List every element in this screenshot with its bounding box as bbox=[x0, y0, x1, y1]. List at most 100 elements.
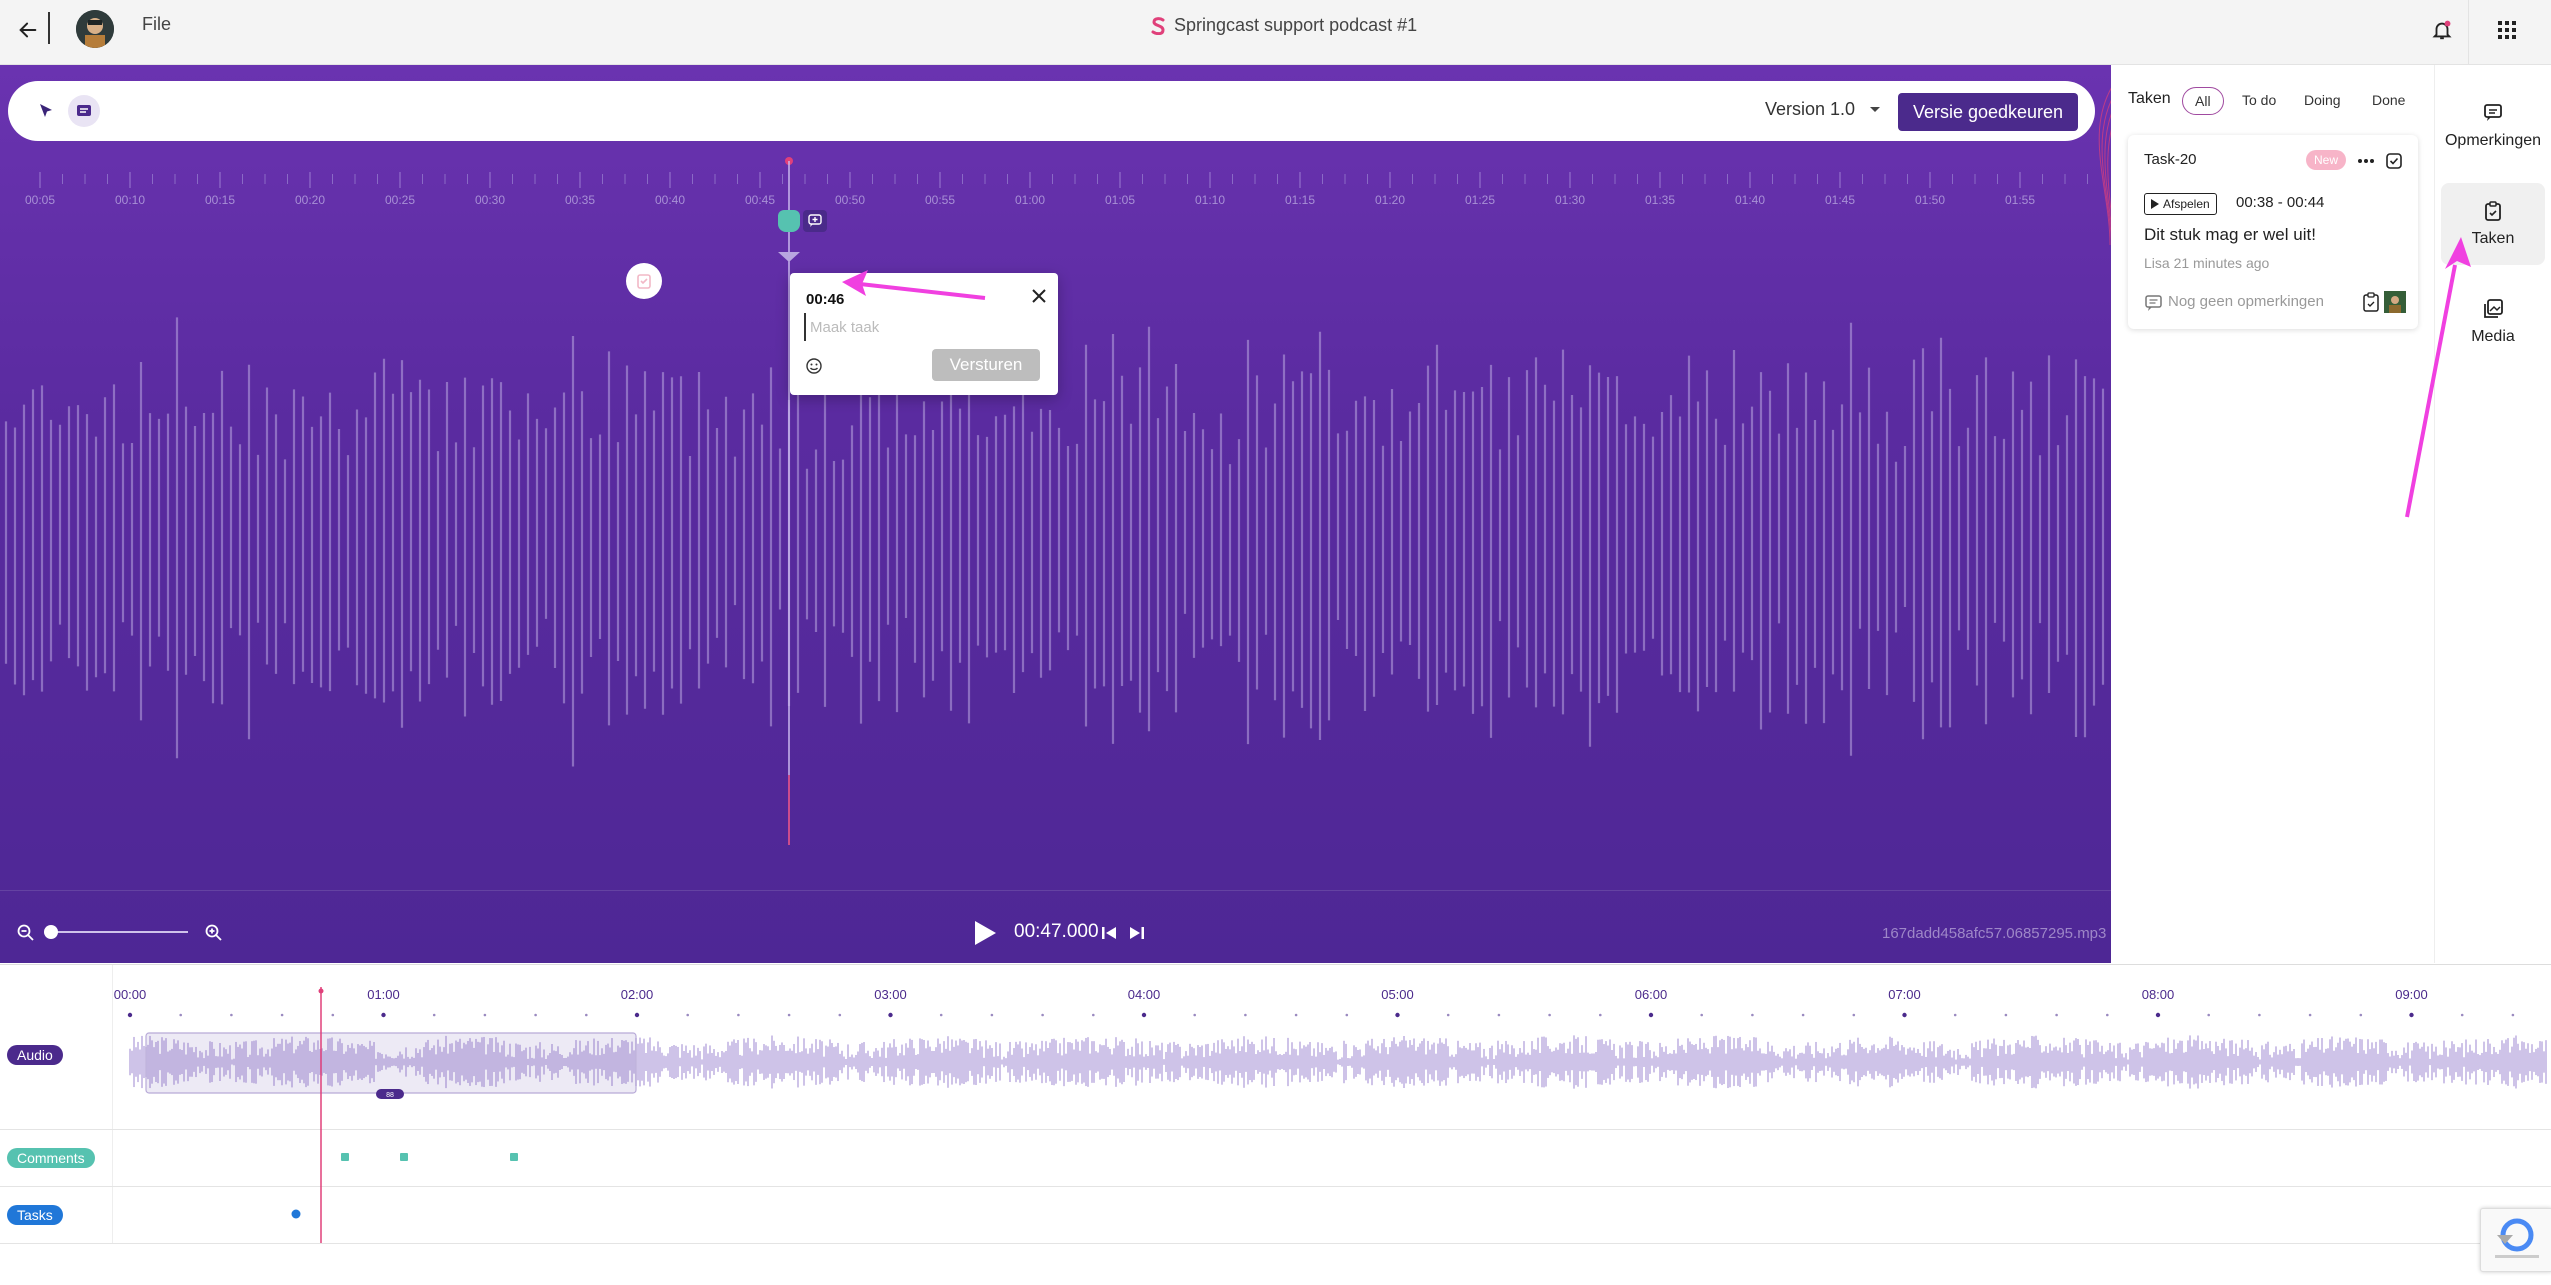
popup-time: 00:46 bbox=[806, 291, 845, 308]
timeline-tick bbox=[2308, 1013, 2312, 1017]
timeline-tick bbox=[2460, 1013, 2464, 1017]
ruler-label: 00:40 bbox=[655, 193, 685, 207]
track-labels: Audio Comments Tasks bbox=[0, 965, 113, 1243]
timeline-tick bbox=[534, 1013, 537, 1017]
timeline-tick bbox=[888, 1012, 893, 1018]
timeline-tick bbox=[2359, 1013, 2363, 1017]
ruler-label: 01:05 bbox=[1105, 193, 1135, 207]
timeline-tick bbox=[483, 1013, 487, 1017]
timeline-tracks[interactable]: 00:00 01:00 02:00 03:00 04:00 05:00 06:00 07:00… bbox=[112, 965, 2551, 1245]
ruler-label: 01:15 bbox=[1285, 193, 1315, 207]
task-marker[interactable] bbox=[291, 1209, 301, 1219]
emoji-icon[interactable] bbox=[804, 356, 824, 376]
filter-todo[interactable]: To do bbox=[2230, 87, 2288, 113]
comment-marker[interactable] bbox=[341, 1153, 349, 1161]
apps-grid-icon[interactable] bbox=[2490, 13, 2524, 47]
tasks-panel-title: Taken bbox=[2128, 90, 2171, 107]
filter-doing[interactable]: Doing bbox=[2292, 87, 2353, 113]
timeline-tick bbox=[1902, 1012, 1907, 1018]
back-arrow-icon[interactable] bbox=[12, 14, 44, 46]
task-marker-icon[interactable] bbox=[626, 263, 662, 299]
timeline-tick-label: 01:00 bbox=[367, 987, 400, 1002]
timeline-tick-label: 03:00 bbox=[874, 987, 907, 1002]
task-card[interactable]: Task-20 New Afspelen 00:38 - 00:44 Dit s… bbox=[2128, 135, 2418, 329]
timeline-tick bbox=[2055, 1013, 2058, 1017]
timeline-tick bbox=[990, 1013, 994, 1017]
checkbox-icon[interactable] bbox=[2384, 151, 2404, 171]
timeline-tick-label: 08:00 bbox=[2142, 987, 2175, 1002]
comment-marker[interactable] bbox=[510, 1153, 518, 1161]
task-comments-count[interactable]: Nog geen opmerkingen bbox=[2168, 293, 2324, 310]
avatar[interactable] bbox=[76, 10, 114, 48]
approve-version-button[interactable]: Versie goedkeuren bbox=[1898, 93, 2078, 131]
timeline-tick bbox=[1041, 1013, 1044, 1017]
ruler-label: 01:45 bbox=[1825, 193, 1855, 207]
timeline-tick bbox=[179, 1013, 182, 1017]
nav-tasks-label: Taken bbox=[2471, 230, 2515, 247]
timeline-tick bbox=[2409, 1012, 2414, 1018]
timeline-tick bbox=[737, 1013, 740, 1017]
close-icon[interactable] bbox=[1028, 285, 1050, 307]
recaptcha-badge[interactable] bbox=[2480, 1208, 2551, 1272]
comment-tool-icon[interactable] bbox=[68, 95, 100, 127]
status-badge: New bbox=[2306, 150, 2347, 170]
notification-bell-icon[interactable] bbox=[2425, 13, 2459, 47]
ruler-label: 00:05 bbox=[25, 193, 55, 207]
zoom-slider-handle[interactable] bbox=[44, 925, 58, 939]
timeline-tick bbox=[432, 1013, 436, 1017]
time-ruler: 00:05 00:10 00:15 00:20 00:25 00:30 00:35 00:40… bbox=[25, 172, 2088, 207]
task-input[interactable] bbox=[804, 313, 1042, 341]
play-icon[interactable] bbox=[972, 919, 998, 947]
zoom-in-icon[interactable] bbox=[204, 923, 224, 943]
play-icon bbox=[2151, 199, 2159, 209]
timeline-tick-label: 09:00 bbox=[2395, 987, 2428, 1002]
file-menu[interactable]: File bbox=[142, 14, 171, 35]
timeline-tick bbox=[1446, 1013, 1450, 1017]
timeline-tick-label: 06:00 bbox=[1635, 987, 1668, 1002]
version-label: Version 1.0 bbox=[1765, 99, 1856, 119]
filter-done[interactable]: Done bbox=[2360, 87, 2417, 113]
timeline-tick bbox=[230, 1013, 233, 1017]
timeline-tick-label: 07:00 bbox=[1888, 987, 1921, 1002]
ruler-label: 01:30 bbox=[1555, 193, 1585, 207]
track-label-audio: Audio bbox=[7, 1045, 63, 1065]
timeline-tick bbox=[1648, 1012, 1654, 1018]
viewport-region[interactable] bbox=[145, 1032, 637, 1094]
ruler-label: 01:00 bbox=[1015, 193, 1045, 207]
nav-comments[interactable]: Opmerkingen bbox=[2441, 85, 2545, 167]
timeline-tick bbox=[1801, 1013, 1805, 1017]
top-bar: File Springcast support podcast #1 bbox=[0, 0, 2551, 65]
timeline-tick bbox=[838, 1013, 842, 1017]
timeline-tick bbox=[1953, 1013, 1957, 1017]
skip-back-icon[interactable] bbox=[1100, 924, 1118, 942]
cursor-tool-icon[interactable] bbox=[32, 97, 60, 125]
ruler-label: 01:55 bbox=[2005, 193, 2035, 207]
filter-all[interactable]: All bbox=[2182, 87, 2224, 115]
new-comment-marker[interactable] bbox=[778, 210, 800, 232]
timeline-tick bbox=[634, 1012, 640, 1018]
more-options-icon[interactable] bbox=[2356, 151, 2376, 171]
timeline-tick bbox=[2106, 1013, 2109, 1017]
version-select[interactable]: Version 1.0 bbox=[1765, 99, 1881, 120]
skip-forward-icon[interactable] bbox=[1128, 924, 1146, 942]
clipboard-icon bbox=[2485, 201, 2501, 221]
send-button[interactable]: Versturen bbox=[932, 349, 1040, 381]
timeline-overview[interactable]: Audio Comments Tasks 00:00 01:00 02:00 03:0… bbox=[0, 964, 2551, 1285]
play-range-button[interactable]: Afspelen bbox=[2144, 193, 2217, 215]
zoom-out-icon[interactable] bbox=[16, 923, 36, 943]
timeline-tick bbox=[939, 1013, 943, 1017]
zoom-slider[interactable] bbox=[48, 931, 188, 933]
add-comment-icon[interactable] bbox=[803, 210, 827, 232]
timeline-tick-label: 05:00 bbox=[1381, 987, 1414, 1002]
timeline-tick bbox=[1497, 1013, 1501, 1017]
comment-marker[interactable] bbox=[400, 1153, 408, 1161]
media-icon bbox=[2484, 299, 2503, 318]
timeline-tick bbox=[1548, 1013, 1551, 1017]
editor-toolbar: Version 1.0 Versie goedkeuren bbox=[8, 81, 2095, 141]
ruler-label: 00:20 bbox=[295, 193, 325, 207]
clipboard-icon[interactable] bbox=[2361, 291, 2381, 313]
task-text: Dit stuk mag er wel uit! bbox=[2144, 225, 2316, 244]
waveform-editor[interactable]: Version 1.0 Versie goedkeuren 00:05 00:10… bbox=[0, 65, 2111, 963]
ruler-label: 01:10 bbox=[1195, 193, 1225, 207]
ruler-label: 00:55 bbox=[925, 193, 955, 207]
